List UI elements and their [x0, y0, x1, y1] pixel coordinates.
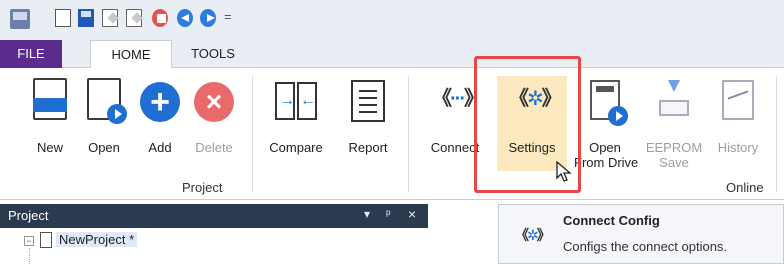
delete-x-icon: ×	[194, 82, 234, 122]
open-from-drive-button[interactable]: Open From Drive	[574, 74, 638, 170]
history-chart-icon	[722, 80, 754, 120]
tree-guide-line	[29, 248, 30, 264]
ribbon-separator	[252, 76, 253, 192]
new-button[interactable]: New	[28, 74, 72, 166]
report-button[interactable]: Report	[338, 74, 398, 166]
eeprom-chip-icon	[657, 80, 691, 120]
collapse-icon[interactable]: −	[24, 236, 34, 246]
project-group-label: Project	[182, 180, 223, 195]
open-button[interactable]: Open	[80, 74, 128, 166]
add-label: Add	[148, 140, 172, 155]
report-icon	[351, 80, 385, 122]
tab-file[interactable]: FILE	[0, 40, 62, 68]
pane-dropdown-icon[interactable]: ▾	[364, 207, 370, 221]
open-from-drive-label: Open From Drive	[574, 140, 639, 170]
online-group-label: Online	[726, 180, 764, 195]
eeprom-save-button[interactable]: EEPROM Save	[642, 74, 706, 170]
ribbon-home: New Open + Add × Delete → ← Compare Repo…	[0, 68, 784, 200]
forward-icon[interactable]	[200, 9, 216, 27]
new-label: New	[36, 140, 63, 155]
tooltip-title: Connect Config	[563, 213, 660, 228]
compare-button[interactable]: → ← Compare	[256, 74, 336, 166]
compare-label: Compare	[269, 140, 323, 155]
add-button[interactable]: + Add	[138, 74, 182, 166]
back-icon[interactable]	[177, 9, 193, 27]
edit-icon[interactable]	[102, 9, 118, 27]
project-pane-title: Project	[8, 208, 49, 223]
compare-icon: → ←	[275, 82, 317, 122]
project-pane-header: Project ▾ ᵖ ×	[0, 204, 428, 228]
tree-item-newproject[interactable]: NewProject *	[56, 232, 138, 247]
eeprom-line1: EEPROM	[645, 140, 703, 155]
quick-access-toolbar: =	[0, 0, 784, 40]
project-tree: − NewProject *	[0, 228, 428, 264]
history-label: History	[717, 140, 759, 155]
tab-tools[interactable]: TOOLS	[178, 40, 248, 68]
customize-toolbar-icon[interactable]: =	[224, 9, 232, 24]
ribbon-separator	[776, 76, 777, 192]
new-document-icon	[33, 78, 67, 120]
save-icon[interactable]	[78, 9, 94, 27]
tab-home[interactable]: HOME	[90, 40, 172, 69]
open-from-drive-icon	[590, 80, 628, 126]
open-from-drive-line2: From Drive	[574, 155, 639, 170]
eeprom-line2: Save	[659, 155, 689, 170]
new-file-icon[interactable]	[55, 9, 71, 27]
open-document-icon	[87, 78, 127, 124]
tooltip: 《✲》 Connect Config Configs the connect o…	[498, 204, 784, 264]
delete-button[interactable]: × Delete	[186, 74, 242, 166]
pin-icon[interactable]: ᵖ	[386, 207, 391, 221]
stop-icon[interactable]	[152, 9, 168, 27]
eeprom-save-label: EEPROM Save	[642, 140, 706, 170]
project-file-icon	[40, 232, 52, 248]
app-logo-icon[interactable]	[10, 9, 30, 29]
ribbon-separator	[408, 76, 409, 192]
history-button[interactable]: History	[708, 74, 768, 166]
settings-gear-code-icon: 《✲》	[515, 227, 551, 243]
edit-config-icon[interactable]	[126, 9, 142, 27]
ribbon-tab-bar: FILE HOME TOOLS	[0, 40, 784, 69]
delete-label: Delete	[195, 140, 233, 155]
close-icon[interactable]: ×	[408, 206, 416, 222]
open-label: Open	[88, 140, 120, 155]
plus-icon: +	[140, 82, 180, 122]
report-label: Report	[348, 140, 388, 155]
tooltip-description: Configs the connect options.	[563, 239, 728, 254]
open-from-drive-line1: Open	[589, 140, 621, 155]
connect-icon: 《···》	[432, 88, 484, 110]
